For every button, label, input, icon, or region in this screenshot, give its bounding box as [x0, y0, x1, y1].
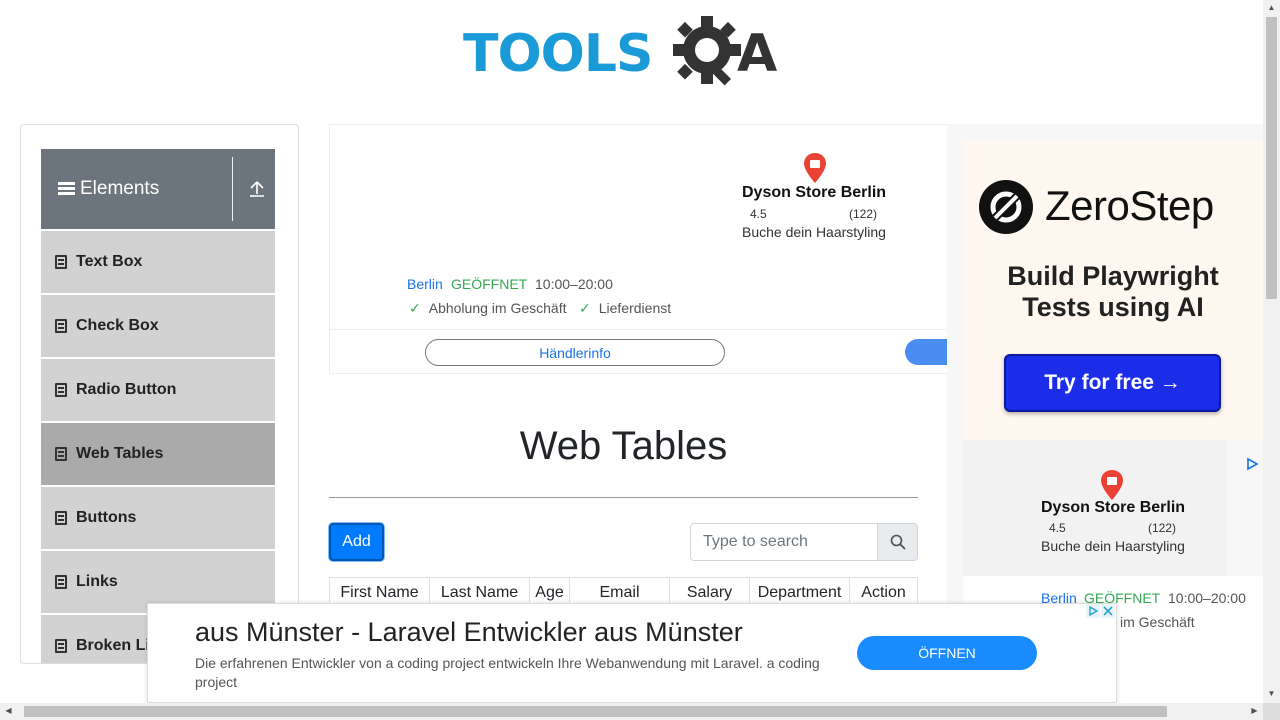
document-icon — [55, 383, 67, 397]
scrollbar-corner — [1263, 703, 1280, 720]
opening-hours: 10:00–20:00 — [1168, 590, 1246, 606]
dealer-info-button[interactable]: Händlerinfo — [425, 339, 725, 366]
store-subtitle: Buche dein Haarstyling — [1041, 538, 1185, 554]
logo-text-a: A — [737, 24, 778, 84]
opening-hours: 10:00–20:00 — [535, 276, 613, 292]
zerostep-logo-icon — [979, 180, 1033, 234]
store-name: Dyson Store Berlin — [742, 184, 887, 201]
sidebar-item-buttons[interactable]: Buttons — [41, 486, 275, 550]
store-rating: 4.5 — [750, 207, 767, 221]
search-input[interactable] — [691, 524, 877, 560]
search-button[interactable] — [877, 524, 917, 560]
feature-label: Abholung im Geschäft — [428, 300, 567, 316]
open-button[interactable]: ÖFFNEN — [857, 636, 1037, 670]
add-button[interactable]: Add — [329, 523, 384, 561]
feature-delivery: ✓ Lieferdienst — [579, 300, 671, 317]
adchoices-icon[interactable] — [1245, 457, 1259, 471]
ad-controls — [1086, 604, 1116, 619]
scroll-right-arrow-icon[interactable]: ▶ — [1246, 706, 1263, 715]
store-name: Dyson Store Berlin — [1041, 499, 1186, 516]
check-icon: ✓ — [579, 300, 591, 316]
sidebar-item-label: Check Box — [76, 317, 159, 334]
sidebar-item-web-tables[interactable]: Web Tables — [41, 422, 275, 486]
feature-pickup: ✓ Abholung im Geschäft — [409, 300, 566, 317]
sidebar-item-label: Buttons — [76, 509, 137, 526]
document-icon — [55, 255, 67, 269]
sidebar-item-check-box[interactable]: Check Box — [41, 294, 275, 358]
document-icon — [55, 575, 67, 589]
zerostep-brand: ZeroStep — [1045, 182, 1214, 229]
store-subtitle: Buche dein Haarstyling — [742, 224, 886, 240]
ad-body: Die erfahrenen Entwickler von a coding p… — [195, 655, 820, 690]
divider — [330, 329, 948, 330]
sidebar-item-label: Web Tables — [76, 445, 164, 462]
feature-label: im Geschäft — [1120, 614, 1195, 630]
logo-text: TOOLS — [463, 24, 653, 84]
group-title: Elements — [80, 178, 160, 199]
gear-magnifier-icon — [673, 16, 741, 86]
map-pin-icon — [1101, 470, 1123, 500]
collapse-arrow-icon[interactable] — [248, 179, 266, 199]
map-pin-icon — [804, 153, 826, 183]
try-for-free-button[interactable]: Try for free → — [1004, 354, 1221, 412]
elements-menu: Text Box Check Box Radio Button Web Tabl… — [41, 230, 275, 663]
zerostep-ad[interactable]: ZeroStep Build Playwright Tests using AI… — [947, 124, 1263, 644]
check-icon: ✓ — [409, 300, 421, 316]
sidebar: Elements Text Box Check Box Radio Button — [20, 124, 299, 664]
tagline-line: Tests using AI — [1022, 292, 1204, 322]
store-city: Berlin — [407, 276, 443, 292]
store-reviews: (122) — [849, 207, 878, 221]
divider — [329, 497, 918, 498]
hamburger-icon — [58, 182, 75, 196]
divider — [232, 157, 233, 221]
scroll-left-arrow-icon[interactable]: ◀ — [0, 706, 17, 715]
store-rating: 4.5 — [1049, 521, 1066, 535]
zerostep-tagline: Build Playwright Tests using AI — [963, 261, 1263, 323]
tagline-line: Build Playwright — [1007, 261, 1219, 291]
horizontal-scrollbar[interactable]: ◀ ▶ — [0, 703, 1263, 720]
sidebar-item-label: Radio Button — [76, 381, 177, 398]
sidebar-item-label: Text Box — [76, 253, 143, 270]
map-ad-top[interactable]: Dyson Store Berlin 4.5 (122) Buche dein … — [329, 124, 949, 374]
document-icon — [55, 319, 67, 333]
zerostep-card[interactable]: ZeroStep Build Playwright Tests using AI… — [963, 140, 1263, 440]
toolsqa-logo[interactable]: TOOLS A — [463, 14, 787, 92]
scroll-up-arrow-icon[interactable]: ▲ — [1263, 3, 1280, 12]
ad-headline: aus Münster - Laravel Entwickler aus Mün… — [195, 617, 743, 647]
close-icon[interactable] — [1101, 604, 1115, 618]
page: TOOLS A Elements Text Box Check Box Radi… — [0, 0, 1280, 720]
open-status: GEÖFFNET — [451, 276, 528, 292]
search-box — [690, 523, 918, 561]
store-reviews: (122) — [1148, 521, 1177, 535]
document-icon — [55, 447, 67, 461]
vertical-scrollbar[interactable]: ▲ ▼ — [1263, 0, 1280, 703]
bottom-banner-ad[interactable]: aus Münster - Laravel Entwickler aus Mün… — [147, 603, 1117, 703]
search-icon — [890, 534, 906, 550]
document-icon — [55, 639, 67, 653]
sidebar-item-radio-button[interactable]: Radio Button — [41, 358, 275, 422]
feature-label: Lieferdienst — [598, 300, 672, 316]
sidebar-item-text-box[interactable]: Text Box — [41, 230, 275, 294]
adchoices-icon[interactable] — [1086, 604, 1100, 618]
elements-group-header[interactable]: Elements — [41, 149, 275, 229]
sidebar-item-label: Links — [76, 573, 118, 590]
ad-action-button[interactable] — [905, 339, 948, 365]
document-icon — [55, 511, 67, 525]
horizontal-scroll-thumb[interactable] — [24, 706, 1167, 717]
vertical-scroll-thumb[interactable] — [1266, 17, 1277, 299]
scroll-down-arrow-icon[interactable]: ▼ — [1263, 689, 1280, 698]
page-title: Web Tables — [519, 424, 728, 468]
map-ad-right[interactable]: Dyson Store Berlin 4.5 (122) Buche dein … — [963, 440, 1227, 580]
